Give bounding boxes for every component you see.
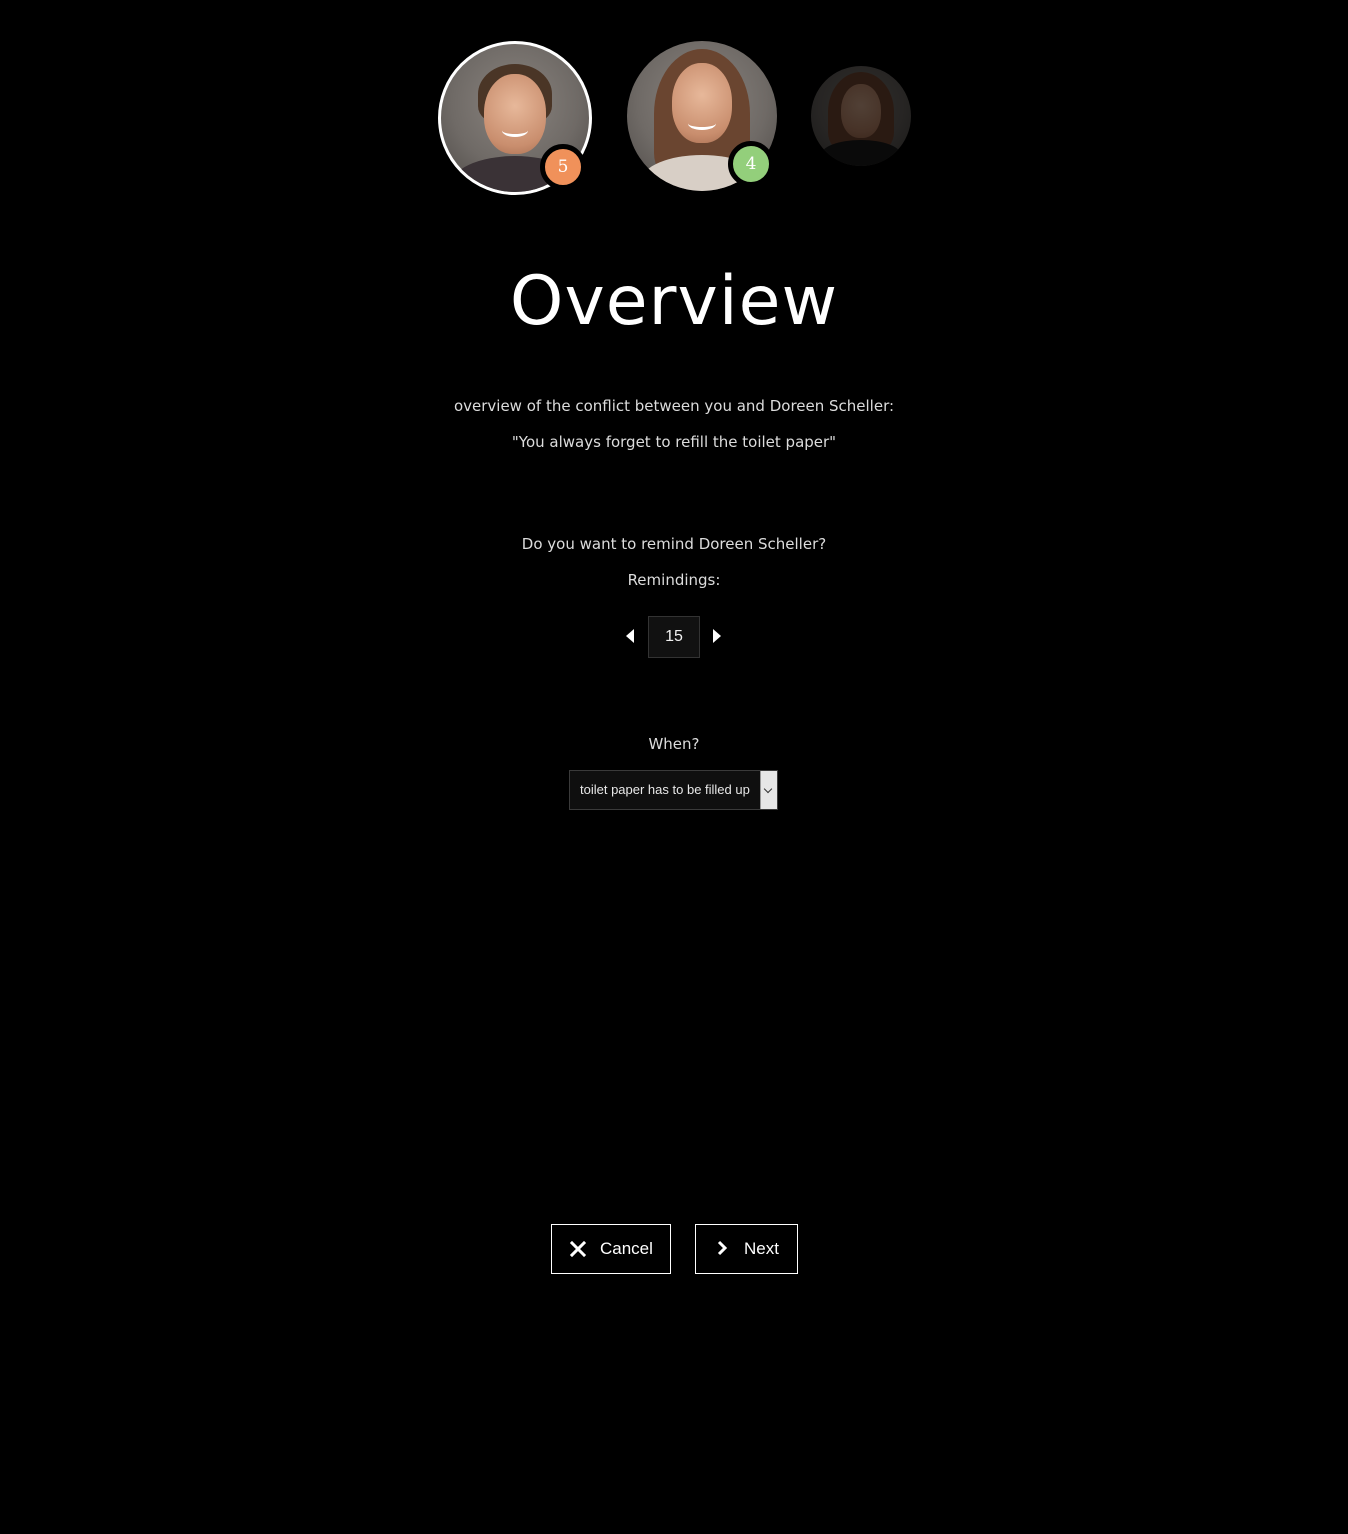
when-label: When? (648, 735, 700, 753)
caret-right-icon[interactable] (713, 629, 721, 643)
avatar-face (484, 74, 546, 154)
avatar-smile (502, 124, 528, 137)
participant-2-count-badge: 4 (728, 141, 774, 187)
chevron-right-icon (717, 1240, 728, 1256)
remindings-stepper-value[interactable]: 15 (648, 616, 700, 658)
conflict-intro-text: overview of the conflict between you and… (453, 397, 895, 415)
cancel-button-label: Cancel (600, 1239, 653, 1258)
chevron-down-icon (763, 784, 773, 794)
conflict-quote-text: "You always forget to refill the toilet … (511, 433, 837, 451)
when-select-value: toilet paper has to be filled up (580, 782, 750, 797)
remindings-label: Remindings: (627, 571, 721, 589)
close-icon (570, 1241, 586, 1257)
avatar-smile (688, 117, 716, 130)
remind-question-text: Do you want to remind Doreen Scheller? (521, 535, 827, 553)
when-select[interactable]: toilet paper has to be filled up (569, 770, 778, 810)
next-button-label: Next (744, 1239, 779, 1258)
avatar-face (841, 84, 881, 138)
select-dropdown-button[interactable] (760, 771, 777, 809)
page-title: Overview (509, 262, 839, 341)
participant-1-count-badge: 5 (540, 144, 586, 190)
avatar-face (672, 63, 732, 143)
reminder-overview-page: 5 4 Overview overview of the conflict be… (0, 0, 1348, 1534)
caret-left-icon[interactable] (626, 629, 634, 643)
next-button[interactable]: Next (695, 1224, 798, 1274)
avatar-participant-3[interactable] (811, 66, 911, 166)
avatar-body (821, 140, 901, 166)
cancel-button[interactable]: Cancel (551, 1224, 671, 1274)
